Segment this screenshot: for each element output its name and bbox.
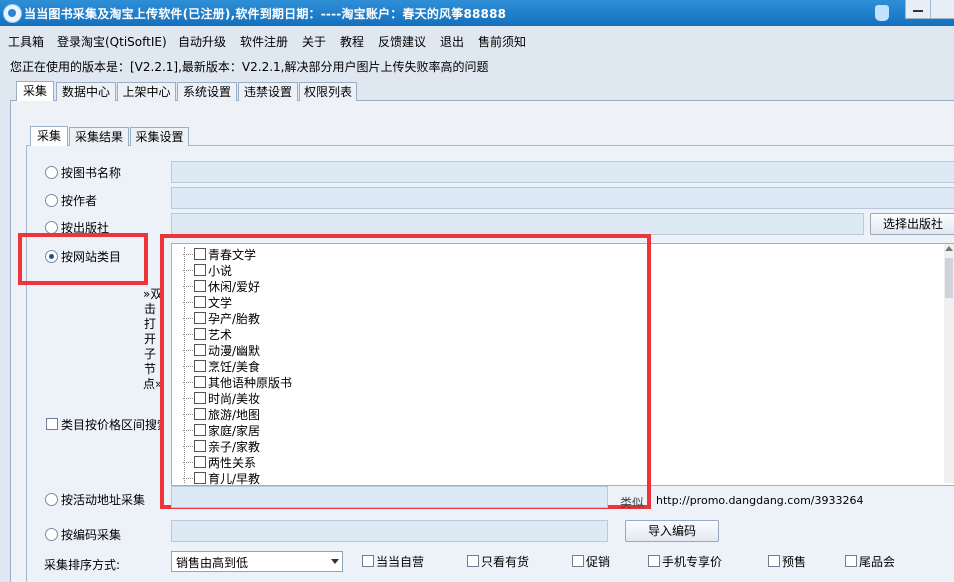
menu-item-exit[interactable]: 退出 xyxy=(440,33,464,50)
label-in-stock: 只看有货 xyxy=(481,555,530,569)
radio-by-code[interactable] xyxy=(45,528,58,541)
code-input[interactable] xyxy=(171,520,608,542)
radio-by-author[interactable] xyxy=(45,194,58,207)
menu-item-feedback[interactable]: 反馈建议 xyxy=(378,33,426,50)
scroll-thumb[interactable] xyxy=(945,258,953,298)
chevron-down-icon xyxy=(331,559,339,564)
label-price-range: 类目按价格区间搜索 xyxy=(61,418,160,432)
title-bar: 当当图书采集及淘宝上传软件(已注册),软件到期日期：----淘宝账户：春天的风筝… xyxy=(0,0,954,26)
scroll-up-icon[interactable] xyxy=(945,246,953,251)
label-by-activity-url: 按活动地址采集 xyxy=(61,493,146,507)
checkbox-price-range[interactable] xyxy=(46,418,58,430)
version-info: 您正在使用的版本是：[V2.2.1],最新版本：V2.2.1,解决部分用户图片上… xyxy=(10,60,489,74)
sort-select[interactable]: 销售由高到低 xyxy=(171,551,343,572)
label-by-name: 按图书名称 xyxy=(61,166,122,180)
skin-icon[interactable] xyxy=(875,5,889,21)
menu-item-register[interactable]: 软件注册 xyxy=(240,33,288,50)
menu-item-tutorial[interactable]: 教程 xyxy=(340,33,364,50)
checkbox-presale[interactable] xyxy=(768,555,780,567)
label-dangdang-self: 当当自营 xyxy=(376,555,425,569)
author-input[interactable] xyxy=(171,187,954,209)
label-presale: 预售 xyxy=(782,555,807,569)
close-button[interactable] xyxy=(930,0,954,19)
checkbox-tail-sale[interactable] xyxy=(845,555,857,567)
tab-collect[interactable]: 采集 xyxy=(16,81,54,101)
menu-item-toolbox[interactable]: 工具箱 xyxy=(8,33,44,50)
subtab-collect[interactable]: 采集 xyxy=(30,126,68,146)
import-code-button[interactable]: 导入编码 xyxy=(625,520,719,542)
label-tail-sale: 尾品会 xyxy=(859,555,896,569)
label-mobile-price: 手机专享价 xyxy=(662,555,723,569)
label-by-code: 按编码采集 xyxy=(61,528,122,542)
sort-label: 采集排序方式: xyxy=(44,558,121,572)
example-url: http://promo.dangdang.com/3933264 xyxy=(656,494,864,507)
tab-data-center[interactable]: 数据中心 xyxy=(56,82,116,101)
minimize-button[interactable] xyxy=(905,0,931,19)
highlight-box-category-tree xyxy=(160,234,651,509)
radio-by-name[interactable] xyxy=(45,166,58,179)
sort-select-value: 销售由高到低 xyxy=(176,556,249,570)
label-by-author: 按作者 xyxy=(61,194,98,208)
menu-item-auto-update[interactable]: 自动升级 xyxy=(178,33,226,50)
book-name-input[interactable] xyxy=(171,161,954,183)
subtab-results[interactable]: 采集结果 xyxy=(69,127,129,146)
double-click-hint: »双击打开子节点» xyxy=(143,287,163,391)
tab-listing-center[interactable]: 上架中心 xyxy=(117,82,176,101)
checkbox-in-stock[interactable] xyxy=(467,555,479,567)
tree-scrollbar[interactable] xyxy=(944,244,954,483)
subtab-settings[interactable]: 采集设置 xyxy=(130,127,189,146)
tab-prohibited-settings[interactable]: 违禁设置 xyxy=(238,82,298,101)
label-promotion: 促销 xyxy=(586,555,611,569)
publisher-input[interactable] xyxy=(171,213,864,235)
checkbox-mobile-price[interactable] xyxy=(648,555,660,567)
menu-bar: 工具箱 登录淘宝(QtiSoftIE) 自动升级 软件注册 关于 教程 反馈建议… xyxy=(0,30,954,52)
example-prefix: 类似 xyxy=(620,496,645,510)
window-title: 当当图书采集及淘宝上传软件(已注册),软件到期日期：----淘宝账户：春天的风筝… xyxy=(24,7,507,21)
menu-item-about[interactable]: 关于 xyxy=(302,33,326,50)
menu-item-presale[interactable]: 售前须知 xyxy=(478,33,526,50)
select-publisher-button[interactable]: 选择出版社 xyxy=(870,213,954,235)
tab-system-settings[interactable]: 系统设置 xyxy=(177,82,237,101)
tab-permissions[interactable]: 权限列表 xyxy=(299,82,357,101)
checkbox-promotion[interactable] xyxy=(572,555,584,567)
checkbox-dangdang-self[interactable] xyxy=(362,555,374,567)
highlight-box-category-option xyxy=(18,233,148,285)
menu-item-login-taobao[interactable]: 登录淘宝(QtiSoftIE) xyxy=(57,33,167,50)
radio-by-activity-url[interactable] xyxy=(45,493,58,506)
app-icon xyxy=(3,4,22,23)
activity-url-input[interactable] xyxy=(171,486,608,508)
